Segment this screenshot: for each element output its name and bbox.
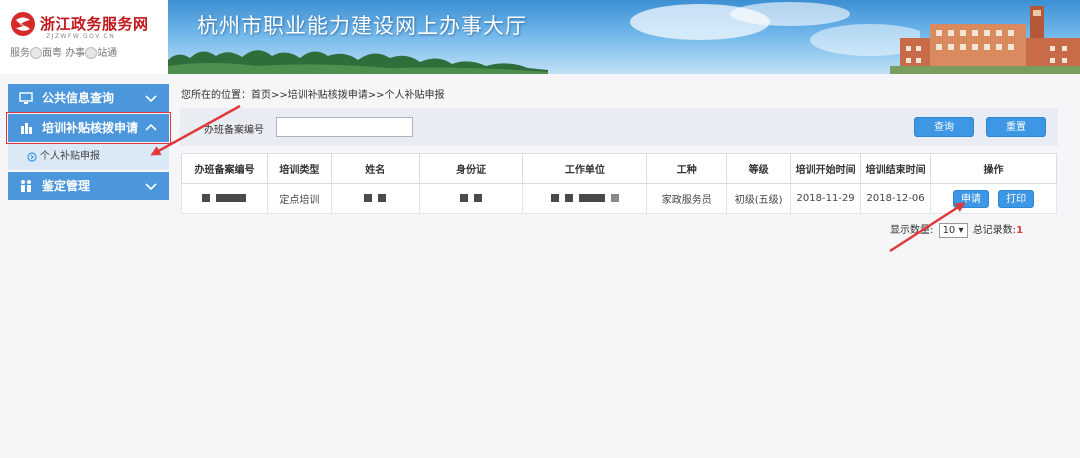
column-header: 身份证 <box>418 153 524 184</box>
table-row: 定点培训 家政服务员 初级(五级) 2018-11-29 2018-12-06 … <box>181 183 1057 214</box>
breadcrumb: 您所在的位置：首页>>培训补贴核拨申请>>个人补贴申报 <box>181 90 445 101</box>
column-header: 等级 <box>726 153 792 184</box>
apply-button[interactable]: 申请 <box>952 189 989 208</box>
print-button[interactable]: 打印 <box>998 189 1035 208</box>
column-header: 办班备案编号 <box>181 153 268 184</box>
zhejiang-logo-icon <box>11 12 35 36</box>
cell-id-redacted <box>418 183 524 214</box>
cell-job-type: 家政服务员 <box>646 183 728 214</box>
sidebar-subitem-personal-subsidy[interactable]: 个人补贴申报 <box>8 144 169 170</box>
cell-employer-redacted <box>522 183 648 214</box>
submenu-label: 个人补贴申报 <box>40 151 100 162</box>
query-button[interactable]: 查询 <box>914 117 974 137</box>
cell-actions: 申请 打印 <box>930 183 1057 214</box>
cell-start-date: 2018-11-29 <box>790 183 862 214</box>
pagination: 显示数量: 10 ▾ 总记录数:1 <box>890 221 1023 238</box>
trees-decoration <box>168 50 548 74</box>
page-size-select[interactable]: 10 ▾ <box>938 223 968 238</box>
monitor-icon <box>19 92 33 104</box>
total-label: 总记录数: <box>972 225 1017 236</box>
cell-level: 初级(五级) <box>726 183 792 214</box>
site-title: 杭州市职业能力建设网上办事大厅 <box>197 14 527 38</box>
people-icon <box>21 180 31 192</box>
chevron-down-icon <box>145 183 157 191</box>
column-header: 培训结束时间 <box>860 153 932 184</box>
sidebar-item-label: 鉴定管理 <box>42 179 91 193</box>
slogan-dot-icon <box>85 47 98 59</box>
cell-end-date: 2018-12-06 <box>860 183 932 214</box>
slogan-text-a: 服务 <box>10 48 30 59</box>
subsidy-table: 办班备案编号 培训类型 姓名 身份证 工作单位 工种 等级 培训开始时间 培训结… <box>181 153 1057 214</box>
person-hand-icon <box>21 123 32 134</box>
column-header: 培训类型 <box>266 153 332 184</box>
sidebar-item-public-info[interactable]: 公共信息查询 <box>8 84 169 112</box>
page-size-label: 显示数量: <box>890 225 934 236</box>
search-bar: 办班备案编号 查询 重置 <box>180 108 1058 146</box>
slogan-dot-icon <box>30 47 42 59</box>
reset-button[interactable]: 重置 <box>986 117 1046 137</box>
logo-slogan: 服务 面粤 办事 站通 <box>10 44 117 59</box>
sidebar-item-training-subsidy[interactable]: 培训补贴核拨申请 <box>6 112 171 144</box>
chevron-down-icon <box>145 95 157 103</box>
logo-url: ZJZWFW.GOV.CN <box>46 33 116 40</box>
logo-area[interactable]: 浙江政务服务网 ZJZWFW.GOV.CN 服务 面粤 办事 站通 <box>0 0 168 74</box>
sidebar: 公共信息查询 培训补贴核拨申请 个人补贴申报 鉴定管理 <box>6 84 171 202</box>
chevron-up-icon <box>145 123 157 131</box>
cell-class-number-redacted <box>181 183 268 214</box>
column-header: 工种 <box>646 153 728 184</box>
logo-title: 浙江政务服务网 <box>40 15 149 33</box>
cell-training-type: 定点培训 <box>266 183 332 214</box>
search-label: 办班备案编号 <box>204 125 264 136</box>
column-header: 姓名 <box>330 153 420 184</box>
circle-arrow-icon <box>27 152 37 162</box>
header-banner: 浙江政务服务网 ZJZWFW.GOV.CN 服务 面粤 办事 站通 杭州市职业能力建… <box>0 0 1080 74</box>
cell-name-redacted <box>330 183 420 214</box>
sidebar-item-label: 公共信息查询 <box>42 91 115 105</box>
class-number-input[interactable] <box>276 117 413 137</box>
slogan-text-c: 办事 <box>65 48 86 59</box>
sidebar-item-appraisal[interactable]: 鉴定管理 <box>8 172 169 200</box>
column-header: 工作单位 <box>522 153 648 184</box>
table-header-row: 办班备案编号 培训类型 姓名 身份证 工作单位 工种 等级 培训开始时间 培训结… <box>181 153 1057 184</box>
slogan-text-b: 面粤 <box>42 48 62 59</box>
building-illustration <box>890 6 1080 74</box>
clouds-decoration <box>630 2 920 56</box>
column-header: 操作 <box>930 153 1057 184</box>
total-count: 1 <box>1016 225 1024 236</box>
slogan-text-d: 站通 <box>97 48 118 59</box>
sidebar-item-label: 培训补贴核拨申请 <box>42 121 139 135</box>
column-header: 培训开始时间 <box>790 153 862 184</box>
